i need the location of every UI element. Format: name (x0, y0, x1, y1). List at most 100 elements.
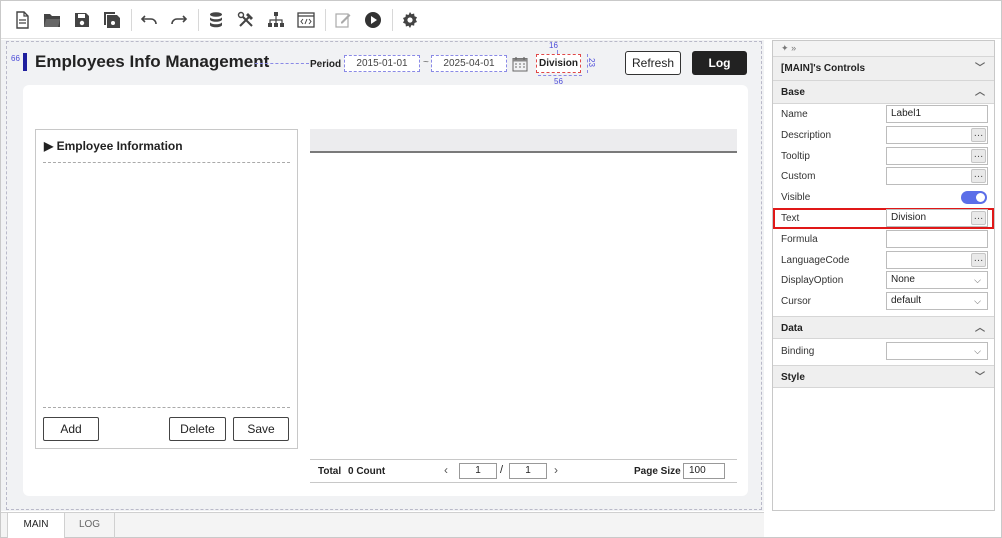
prop-label: Tooltip (781, 150, 810, 162)
prop-binding-select[interactable]: ⌵ (886, 341, 988, 360)
redo-icon[interactable] (168, 9, 190, 31)
division-guide-bottom (538, 75, 582, 76)
prop-row-text: Text Division … (773, 207, 994, 229)
ellipsis-button[interactable]: … (971, 127, 986, 142)
prop-value: default (891, 295, 922, 307)
tab-main[interactable]: MAIN (7, 513, 65, 538)
prop-row-custom: Custom … (773, 166, 994, 187)
tools-icon[interactable] (235, 9, 257, 31)
total-count: 0 Count (348, 466, 386, 477)
guide-left-label: 66 (11, 54, 20, 63)
save-button[interactable]: Save (233, 417, 289, 441)
prop-label: Visible (781, 192, 811, 204)
employee-info-panel: ▶ Employee Information Add Delete Save (35, 129, 298, 449)
code-icon[interactable] (295, 9, 317, 31)
tab-log[interactable]: LOG (65, 513, 115, 538)
prop-row-description: Description … (773, 125, 994, 146)
page-size-label: Page Size (634, 466, 681, 477)
prop-row-displayoption: DisplayOption None ⌵ (773, 270, 994, 291)
prop-tooltip-input[interactable]: … (886, 146, 988, 165)
chevron-up-icon[interactable]: ︿ (975, 317, 985, 340)
total-label: Total (318, 466, 342, 477)
save-icon[interactable] (71, 9, 93, 31)
prop-row-formula: Formula (773, 229, 994, 250)
division-label[interactable]: Division (536, 54, 581, 73)
chevron-down-icon[interactable]: ﹀ (975, 366, 985, 389)
prop-label: Text (781, 212, 800, 224)
prop-cursor-select[interactable]: default ⌵ (886, 292, 988, 311)
hierarchy-icon[interactable] (265, 9, 287, 31)
prop-label: Name (781, 109, 808, 120)
ellipsis-button[interactable]: … (971, 252, 986, 267)
section-style-label: Style (781, 371, 805, 383)
settings-icon[interactable] (399, 9, 421, 31)
calendar-icon[interactable] (512, 56, 528, 72)
date-to-field[interactable]: 2025-04-01 (431, 55, 507, 72)
prop-label: LanguageCode (781, 254, 850, 266)
prop-formula-input[interactable] (886, 229, 988, 248)
grid-header[interactable] (310, 129, 737, 153)
ellipsis-button[interactable]: … (971, 169, 986, 184)
database-icon[interactable] (205, 9, 227, 31)
chevron-down-icon[interactable]: ﹀ (975, 57, 985, 81)
prop-label: Cursor (781, 296, 812, 308)
toolbar-separator (392, 8, 393, 31)
add-button[interactable]: Add (43, 417, 99, 441)
title-accent-bar (23, 53, 27, 71)
alignment-guide (255, 63, 309, 64)
prop-displayoption-select[interactable]: None ⌵ (886, 271, 988, 290)
prop-languagecode-input[interactable]: … (886, 250, 988, 269)
prop-label: Description (781, 129, 832, 141)
chevron-down-icon: ⌵ (974, 296, 981, 307)
prop-description-input[interactable]: … (886, 125, 988, 144)
chevron-down-icon: ⌵ (974, 275, 981, 286)
toolbar-separator (325, 8, 326, 31)
prop-label: DisplayOption (781, 275, 844, 287)
prev-page-icon[interactable]: ‹ (444, 463, 448, 477)
page-size-input[interactable]: 100 (683, 463, 725, 479)
ellipsis-button[interactable]: … (971, 210, 986, 225)
controls-header[interactable]: [MAIN]'s Controls ﹀ (773, 57, 994, 81)
date-separator: ~ (423, 57, 429, 68)
ellipsis-button[interactable]: … (971, 148, 986, 163)
toolbar (1, 1, 1001, 39)
log-button[interactable]: Log (692, 51, 747, 75)
prop-text-input[interactable]: Division … (886, 208, 988, 227)
run-icon[interactable] (362, 9, 384, 31)
prop-row-cursor: Cursor default ⌵ (773, 291, 994, 312)
expand-panel-icon[interactable]: » (791, 43, 796, 53)
open-folder-icon[interactable] (41, 9, 63, 31)
chevron-up-icon[interactable]: ︿ (975, 81, 985, 104)
next-page-icon[interactable]: › (554, 463, 558, 477)
divider (43, 162, 290, 163)
prop-custom-input[interactable]: … (886, 167, 988, 186)
panel-pin-bar[interactable]: ✦ » (773, 41, 994, 57)
period-label[interactable]: Period (310, 59, 341, 70)
section-base[interactable]: Base ︿ (773, 81, 994, 104)
edit-icon[interactable] (332, 9, 354, 31)
undo-icon[interactable] (138, 9, 160, 31)
prop-value: None (891, 274, 915, 286)
page-separator: / (500, 464, 504, 476)
current-page-input[interactable]: 1 (459, 463, 497, 479)
visible-toggle[interactable] (961, 191, 987, 205)
refresh-button[interactable]: Refresh (625, 51, 681, 75)
pin-icon[interactable]: ✦ (781, 43, 789, 53)
division-top-spacing: 16 (549, 41, 558, 50)
total-pages: 1 (509, 463, 547, 479)
divider (43, 407, 290, 408)
page-title[interactable]: Employees Info Management (35, 52, 269, 72)
prop-value: Division (891, 211, 927, 223)
designer-area: 66 Employees Info Management Period 2015… (1, 40, 764, 511)
save-all-icon[interactable] (101, 9, 123, 31)
section-style[interactable]: Style ﹀ (773, 364, 994, 389)
chevron-down-icon: ⌵ (974, 345, 981, 356)
section-base-label: Base (781, 87, 805, 98)
prop-row-tooltip: Tooltip … (773, 146, 994, 167)
section-data[interactable]: Data ︿ (773, 315, 994, 340)
prop-name-input[interactable]: Label1 (886, 105, 988, 123)
date-from-field[interactable]: 2015-01-01 (344, 55, 420, 72)
delete-button[interactable]: Delete (169, 417, 226, 441)
new-file-icon[interactable] (11, 9, 33, 31)
prop-row-languagecode: LanguageCode … (773, 250, 994, 271)
